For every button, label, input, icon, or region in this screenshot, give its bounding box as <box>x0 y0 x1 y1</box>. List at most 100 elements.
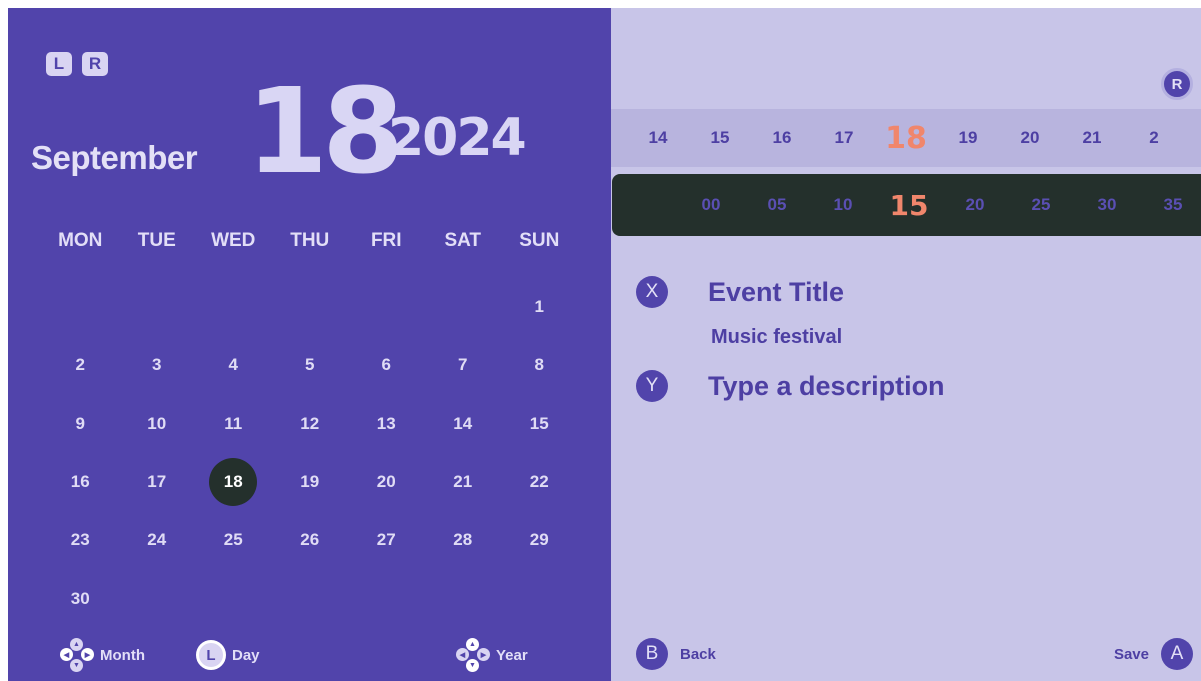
day-number: 14 <box>453 413 473 433</box>
back-button[interactable]: B Back <box>636 638 716 670</box>
day-number: 4 <box>228 355 238 375</box>
day-cell[interactable]: 23 <box>42 511 119 569</box>
l-shoulder-button[interactable]: L <box>46 52 72 76</box>
day-cell[interactable]: 26 <box>272 511 349 569</box>
day-option[interactable]: 19 <box>941 109 995 167</box>
event-title-row[interactable]: X Event Title <box>636 276 844 308</box>
day-hint: L Day <box>196 640 260 670</box>
minute-picker[interactable]: 00 05 10 15 20 25 30 35 <box>612 174 1201 236</box>
weekday-wed: WED <box>211 230 256 251</box>
day-cell[interactable]: 21 <box>425 453 502 511</box>
day-number: 9 <box>75 413 85 433</box>
day-cell[interactable]: 30 <box>42 569 119 627</box>
minute-option[interactable]: 10 <box>816 174 870 236</box>
event-description-row[interactable]: Y Type a description <box>636 370 945 402</box>
day-cell[interactable]: 16 <box>42 453 119 511</box>
day-number: 19 <box>300 472 320 492</box>
day-number: 2 <box>75 355 85 375</box>
y-button-icon[interactable]: Y <box>636 370 668 402</box>
day-option[interactable]: 20 <box>1003 109 1057 167</box>
day-cell[interactable]: 20 <box>348 453 425 511</box>
day-cell[interactable]: 1 <box>501 278 578 336</box>
minute-option[interactable]: 30 <box>1080 174 1134 236</box>
save-label: Save <box>1113 645 1149 663</box>
year-label: 2024 <box>388 108 527 168</box>
minute-option[interactable]: 05 <box>750 174 804 236</box>
day-option[interactable]: 21 <box>1065 109 1119 167</box>
day-number: 6 <box>381 355 391 375</box>
empty-cell <box>272 278 349 336</box>
dpad-left-icon: ◀ <box>456 648 469 661</box>
event-panel: R 14 15 16 17 18 19 20 21 2 00 05 10 15 20 25 30 35 X E… <box>611 8 1201 681</box>
weekday-fri: FRI <box>370 230 402 251</box>
dpad-icon: ▲ ◀ ▶ ▼ <box>456 638 490 672</box>
weekday-thu: THU <box>290 230 330 251</box>
day-cell[interactable]: 6 <box>348 336 425 394</box>
dpad-right-icon: ▶ <box>477 648 490 661</box>
day-cell[interactable]: 27 <box>348 511 425 569</box>
day-cell-selected[interactable]: 18 <box>195 453 272 511</box>
day-cell[interactable]: 15 <box>501 395 578 453</box>
calendar-event-screen: L R September 18 2024 MON TUE WED THU FR… <box>0 0 1201 681</box>
back-label: Back <box>680 645 716 663</box>
day-cell[interactable]: 7 <box>425 336 502 394</box>
empty-cell <box>42 278 119 336</box>
day-hint-label: Day <box>232 646 260 664</box>
minute-option[interactable]: 00 <box>684 174 738 236</box>
year-hint-label: Year <box>496 646 528 664</box>
day-number: 20 <box>376 472 396 492</box>
day-cell[interactable]: 10 <box>119 395 196 453</box>
minute-option[interactable]: 20 <box>948 174 1002 236</box>
day-cell[interactable]: 24 <box>119 511 196 569</box>
day-number: 26 <box>300 530 320 550</box>
day-number: 17 <box>147 472 167 492</box>
minute-option[interactable]: 35 <box>1146 174 1200 236</box>
day-option[interactable]: 15 <box>693 109 747 167</box>
day-cell[interactable]: 9 <box>42 395 119 453</box>
dpad-up-icon: ▲ <box>466 638 479 651</box>
day-picker[interactable]: 14 15 16 17 18 19 20 21 2 <box>611 109 1201 167</box>
calendar-panel: L R September 18 2024 MON TUE WED THU FR… <box>8 8 611 681</box>
day-cell[interactable]: 3 <box>119 336 196 394</box>
day-option[interactable]: 16 <box>755 109 809 167</box>
day-cell[interactable]: 17 <box>119 453 196 511</box>
weekday-mon: MON <box>58 230 103 251</box>
r-button-icon[interactable]: R <box>1161 68 1193 100</box>
day-option[interactable]: 2 <box>1127 109 1181 167</box>
day-option-selected[interactable]: 18 <box>879 109 933 167</box>
r-shoulder-button[interactable]: R <box>82 52 108 76</box>
day-cell[interactable]: 11 <box>195 395 272 453</box>
day-cell[interactable]: 2 <box>42 336 119 394</box>
weekday-header: MON TUE WED THU FRI SAT SUN <box>42 230 592 252</box>
day-cell[interactable]: 13 <box>348 395 425 453</box>
day-cell[interactable]: 28 <box>425 511 502 569</box>
day-cell[interactable]: 14 <box>425 395 502 453</box>
day-number: 3 <box>152 355 162 375</box>
day-cell[interactable]: 4 <box>195 336 272 394</box>
day-option[interactable]: 17 <box>817 109 871 167</box>
day-number: 18 <box>209 458 258 507</box>
day-cell[interactable]: 29 <box>501 511 578 569</box>
description-placeholder[interactable]: Type a description <box>708 371 945 402</box>
day-cell[interactable]: 5 <box>272 336 349 394</box>
day-cell[interactable]: 8 <box>501 336 578 394</box>
day-cell[interactable]: 25 <box>195 511 272 569</box>
day-number: 30 <box>70 588 90 608</box>
year-hint: ▲ ◀ ▶ ▼ Year <box>456 638 528 672</box>
x-button-icon[interactable]: X <box>636 276 668 308</box>
empty-cell <box>195 278 272 336</box>
minute-option[interactable]: 25 <box>1014 174 1068 236</box>
day-number: 13 <box>376 413 396 433</box>
day-option[interactable]: 14 <box>631 109 685 167</box>
day-cell[interactable]: 12 <box>272 395 349 453</box>
day-cell[interactable]: 19 <box>272 453 349 511</box>
left-stick-icon: L <box>196 640 226 670</box>
dpad-right-icon: ▶ <box>81 648 94 661</box>
day-number: 8 <box>534 355 544 375</box>
event-title-value[interactable]: Music festival <box>711 326 842 349</box>
day-number: 7 <box>458 355 468 375</box>
minute-option-selected[interactable]: 15 <box>882 174 936 236</box>
save-button[interactable]: Save A <box>1114 638 1193 670</box>
day-cell[interactable]: 22 <box>501 453 578 511</box>
empty-cell <box>119 278 196 336</box>
